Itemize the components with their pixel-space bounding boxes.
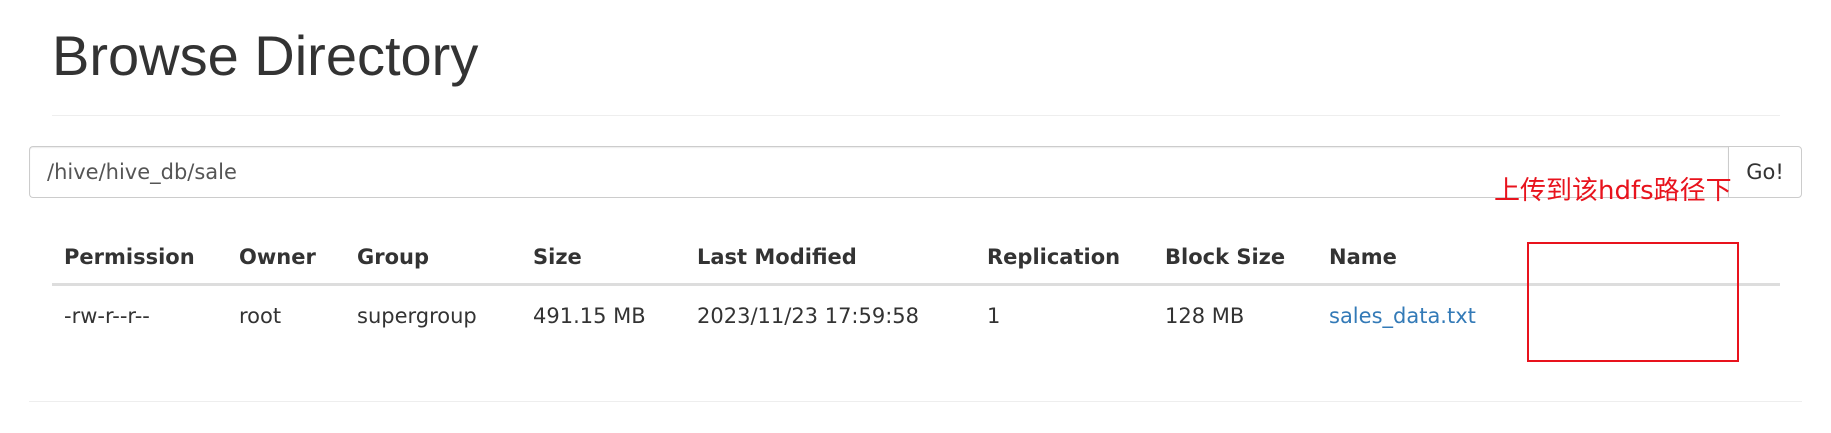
cell-permission: -rw-r--r-- [64, 304, 150, 328]
annotation-highlight-box [1527, 242, 1739, 362]
cell-owner: root [239, 304, 282, 328]
column-header-owner[interactable]: Owner [227, 231, 345, 286]
file-name-link[interactable]: sales_data.txt [1329, 304, 1476, 328]
cell-size: 491.15 MB [533, 304, 646, 328]
table-row: -rw-r--r-- root supergroup 491.15 MB 202… [52, 285, 1780, 347]
column-header-block-size[interactable]: Block Size [1153, 231, 1317, 286]
title-divider [52, 115, 1780, 116]
cell-block-size: 128 MB [1165, 304, 1245, 328]
column-header-size[interactable]: Size [521, 231, 685, 286]
bottom-divider [29, 401, 1802, 402]
file-table: Permission Owner Group Size Last Modifie… [52, 231, 1780, 346]
table-header-row: Permission Owner Group Size Last Modifie… [52, 231, 1780, 286]
column-header-replication[interactable]: Replication [975, 231, 1153, 286]
column-header-permission[interactable]: Permission [52, 231, 227, 286]
annotation-note: 上传到该hdfs路径下 [1494, 176, 1732, 206]
directory-path-input[interactable] [29, 146, 1728, 198]
cell-replication: 1 [987, 304, 1001, 328]
cell-last-modified: 2023/11/23 17:59:58 [697, 304, 920, 328]
page-title: Browse Directory [52, 24, 479, 87]
go-button[interactable]: Go! [1728, 146, 1802, 198]
column-header-last-modified[interactable]: Last Modified [685, 231, 975, 286]
column-header-group[interactable]: Group [345, 231, 521, 286]
cell-group: supergroup [357, 304, 477, 328]
